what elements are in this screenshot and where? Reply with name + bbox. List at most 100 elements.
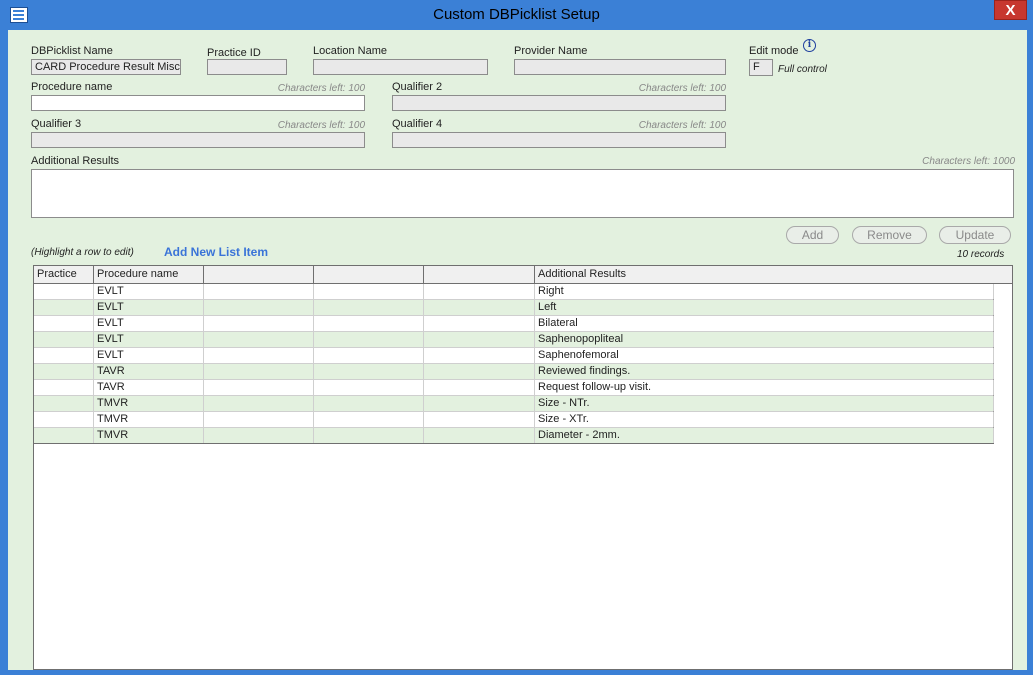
cell-additional-results[interactable]: Size - XTr. bbox=[535, 412, 994, 427]
cell-qualifier-4[interactable] bbox=[424, 316, 535, 331]
edit-mode-field[interactable]: F bbox=[749, 59, 773, 76]
cell-qualifier-4[interactable] bbox=[424, 348, 535, 363]
cell-qualifier-3[interactable] bbox=[314, 364, 424, 379]
cell-additional-results[interactable]: Left bbox=[535, 300, 994, 315]
cell-qualifier-2[interactable] bbox=[204, 284, 314, 299]
cell-practice[interactable] bbox=[34, 380, 94, 395]
cell-additional-results[interactable]: Bilateral bbox=[535, 316, 994, 331]
cell-practice[interactable] bbox=[34, 348, 94, 363]
cell-practice[interactable] bbox=[34, 332, 94, 347]
cell-qualifier-3[interactable] bbox=[314, 332, 424, 347]
provider-name-field[interactable] bbox=[514, 59, 726, 75]
dbpicklist-name-field[interactable]: CARD Procedure Result Misc bbox=[31, 59, 181, 75]
table-row[interactable]: EVLT Bilateral bbox=[34, 316, 994, 332]
cell-procedure-name[interactable]: TAVR bbox=[94, 380, 204, 395]
cell-qualifier-2[interactable] bbox=[204, 412, 314, 427]
cell-procedure-name[interactable]: EVLT bbox=[94, 316, 204, 331]
cell-qualifier-3[interactable] bbox=[314, 412, 424, 427]
highlight-row-hint: (Highlight a row to edit) bbox=[31, 247, 134, 258]
cell-additional-results[interactable]: Saphenofemoral bbox=[535, 348, 994, 363]
additional-results-textarea[interactable] bbox=[31, 169, 1014, 218]
cell-qualifier-3[interactable] bbox=[314, 428, 424, 443]
app-window: Custom DBPicklist Setup X DBPicklist Nam… bbox=[0, 0, 1033, 675]
info-icon[interactable]: i bbox=[803, 39, 816, 52]
cell-qualifier-3[interactable] bbox=[314, 396, 424, 411]
table-row[interactable]: EVLT Saphenopopliteal bbox=[34, 332, 994, 348]
remove-button[interactable]: Remove bbox=[852, 226, 927, 244]
cell-practice[interactable] bbox=[34, 300, 94, 315]
qualifier2-chars-left: Characters left: 100 bbox=[638, 83, 726, 94]
cell-qualifier-2[interactable] bbox=[204, 300, 314, 315]
add-button[interactable]: Add bbox=[786, 226, 839, 244]
cell-practice[interactable] bbox=[34, 412, 94, 427]
cell-qualifier-4[interactable] bbox=[424, 284, 535, 299]
location-name-field[interactable] bbox=[313, 59, 488, 75]
cell-additional-results[interactable]: Right bbox=[535, 284, 994, 299]
cell-qualifier-2[interactable] bbox=[204, 316, 314, 331]
cell-qualifier-2[interactable] bbox=[204, 364, 314, 379]
table-row[interactable]: EVLT Left bbox=[34, 300, 994, 316]
cell-qualifier-4[interactable] bbox=[424, 428, 535, 443]
cell-additional-results[interactable]: Reviewed findings. bbox=[535, 364, 994, 379]
column-header-practice[interactable]: Practice bbox=[34, 266, 94, 284]
add-new-list-item-link[interactable]: Add New List Item bbox=[164, 245, 268, 259]
cell-qualifier-2[interactable] bbox=[204, 396, 314, 411]
title-bar[interactable]: Custom DBPicklist Setup X bbox=[0, 0, 1033, 30]
cell-procedure-name[interactable]: EVLT bbox=[94, 300, 204, 315]
cell-qualifier-4[interactable] bbox=[424, 396, 535, 411]
cell-qualifier-4[interactable] bbox=[424, 380, 535, 395]
cell-procedure-name[interactable]: EVLT bbox=[94, 348, 204, 363]
cell-qualifier-2[interactable] bbox=[204, 332, 314, 347]
cell-qualifier-2[interactable] bbox=[204, 380, 314, 395]
table-row[interactable]: TMVR Size - XTr. bbox=[34, 412, 994, 428]
cell-procedure-name[interactable]: EVLT bbox=[94, 284, 204, 299]
table-row[interactable]: EVLT Right bbox=[34, 284, 994, 300]
column-header-procedure-name[interactable]: Procedure name bbox=[94, 266, 204, 284]
cell-qualifier-4[interactable] bbox=[424, 364, 535, 379]
cell-procedure-name[interactable]: EVLT bbox=[94, 332, 204, 347]
close-button[interactable]: X bbox=[994, 0, 1027, 20]
picklist-grid[interactable]: Practice Procedure name Additional Resul… bbox=[33, 265, 1013, 670]
column-header-additional-results[interactable]: Additional Results bbox=[535, 266, 1013, 284]
cell-additional-results[interactable]: Diameter - 2mm. bbox=[535, 428, 994, 443]
qualifier2-field[interactable] bbox=[392, 95, 726, 111]
cell-additional-results[interactable]: Size - NTr. bbox=[535, 396, 994, 411]
cell-practice[interactable] bbox=[34, 428, 94, 443]
column-header-qualifier-3[interactable] bbox=[314, 266, 424, 284]
cell-qualifier-3[interactable] bbox=[314, 348, 424, 363]
table-row[interactable]: EVLT Saphenofemoral bbox=[34, 348, 994, 364]
cell-qualifier-3[interactable] bbox=[314, 284, 424, 299]
grid-header: Practice Procedure name Additional Resul… bbox=[34, 266, 1013, 284]
cell-practice[interactable] bbox=[34, 364, 94, 379]
cell-procedure-name[interactable]: TMVR bbox=[94, 412, 204, 427]
table-row[interactable]: TMVR Size - NTr. bbox=[34, 396, 994, 412]
cell-qualifier-4[interactable] bbox=[424, 412, 535, 427]
cell-qualifier-2[interactable] bbox=[204, 348, 314, 363]
table-row[interactable]: TAVR Reviewed findings. bbox=[34, 364, 994, 380]
cell-additional-results[interactable]: Request follow-up visit. bbox=[535, 380, 994, 395]
table-row[interactable]: TAVR Request follow-up visit. bbox=[34, 380, 994, 396]
cell-qualifier-3[interactable] bbox=[314, 300, 424, 315]
table-row[interactable]: TMVR Diameter - 2mm. bbox=[34, 428, 994, 444]
cell-practice[interactable] bbox=[34, 316, 94, 331]
qualifier3-field[interactable] bbox=[31, 132, 365, 148]
cell-qualifier-2[interactable] bbox=[204, 428, 314, 443]
cell-qualifier-4[interactable] bbox=[424, 300, 535, 315]
cell-qualifier-3[interactable] bbox=[314, 380, 424, 395]
cell-practice[interactable] bbox=[34, 284, 94, 299]
cell-qualifier-4[interactable] bbox=[424, 332, 535, 347]
cell-additional-results[interactable]: Saphenopopliteal bbox=[535, 332, 994, 347]
cell-procedure-name[interactable]: TAVR bbox=[94, 364, 204, 379]
column-header-qualifier-4[interactable] bbox=[424, 266, 535, 284]
additional-results-label: Additional Results bbox=[31, 155, 120, 167]
cell-procedure-name[interactable]: TMVR bbox=[94, 428, 204, 443]
cell-qualifier-3[interactable] bbox=[314, 316, 424, 331]
record-count: 10 records bbox=[957, 249, 1005, 260]
practice-id-field[interactable] bbox=[207, 59, 287, 75]
cell-procedure-name[interactable]: TMVR bbox=[94, 396, 204, 411]
qualifier4-field[interactable] bbox=[392, 132, 726, 148]
column-header-qualifier-2[interactable] bbox=[204, 266, 314, 284]
cell-practice[interactable] bbox=[34, 396, 94, 411]
procedure-name-field[interactable] bbox=[31, 95, 365, 111]
update-button[interactable]: Update bbox=[939, 226, 1011, 244]
